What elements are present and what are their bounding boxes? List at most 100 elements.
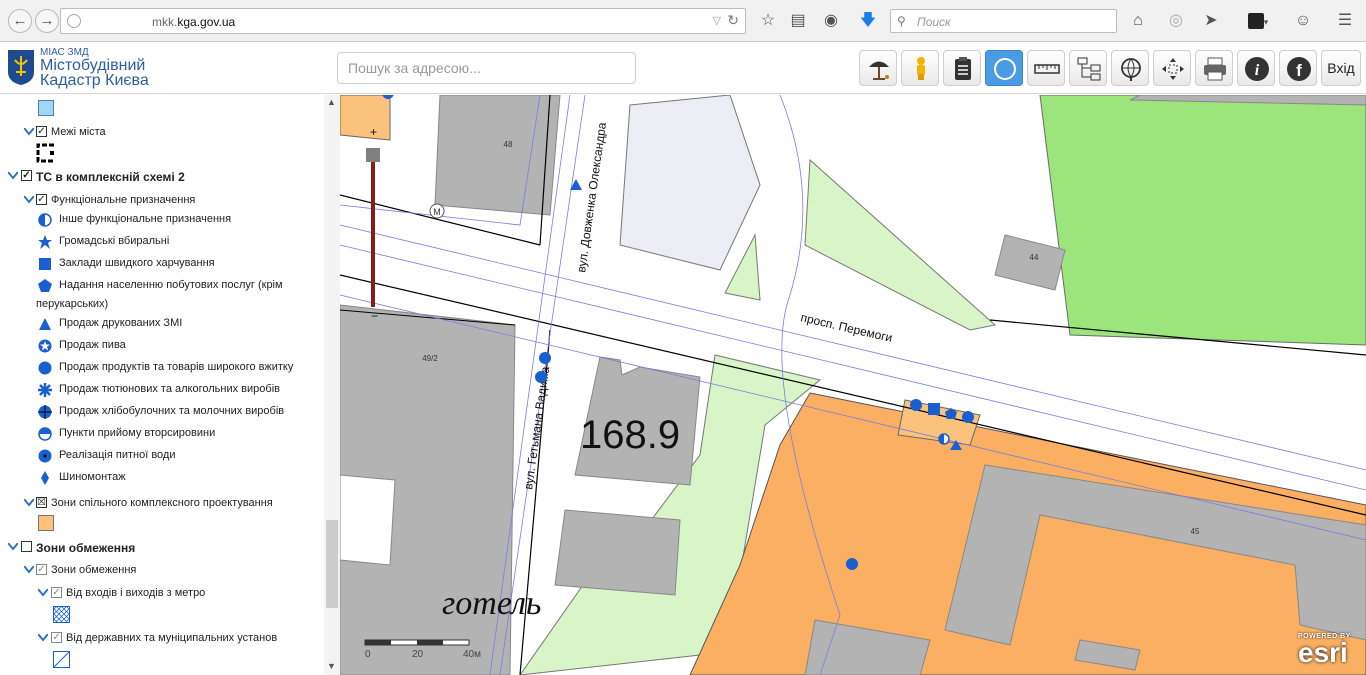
scroll-up-icon[interactable]: ▲ xyxy=(327,97,336,107)
layer-label: Межі міста xyxy=(51,126,106,138)
poi-marker[interactable] xyxy=(928,403,940,415)
map-view[interactable]: + − M 48 44 49/2 45 вул. Довженка Олекса… xyxy=(340,95,1366,675)
layer-checkbox[interactable] xyxy=(21,541,32,552)
layer-checkbox[interactable]: ☒ xyxy=(36,497,47,508)
url-bar[interactable]: mkk.kga.gov.ua ▽ ↻ xyxy=(60,8,746,34)
facebook-icon: f xyxy=(1287,57,1311,81)
chevron-down-icon[interactable] xyxy=(8,543,18,551)
chevron-down-icon[interactable] xyxy=(24,128,34,136)
layer-row-state-institutions[interactable]: ✓ Від державних та муніципальних установ xyxy=(0,630,320,650)
chevron-down-icon[interactable] xyxy=(24,196,34,204)
menu-icon[interactable]: ☰ xyxy=(1334,10,1356,32)
report-button[interactable] xyxy=(943,50,981,86)
square-icon xyxy=(39,258,51,270)
scroll-down-icon[interactable]: ▼ xyxy=(327,661,336,671)
crosshair-circle-icon xyxy=(38,405,52,419)
diamond-icon xyxy=(41,471,49,485)
scrollbar-thumb[interactable] xyxy=(326,520,338,608)
scale-label: 20 xyxy=(412,649,424,660)
expand-arrows-icon xyxy=(1162,58,1184,80)
poi-marker[interactable] xyxy=(846,558,858,570)
pocket-icon[interactable]: ◉ xyxy=(820,10,842,32)
layer-row-restriction-sub[interactable]: ✓ Зони обмеження xyxy=(0,562,320,582)
triangle-icon xyxy=(39,318,51,330)
layer-checkbox[interactable]: ✓ xyxy=(36,126,47,137)
reload-icon[interactable]: ↻ xyxy=(727,12,739,29)
layer-label: Від входів і виходів з метро xyxy=(66,587,206,599)
printer-icon xyxy=(1204,57,1226,81)
full-extent-button[interactable] xyxy=(1153,50,1191,86)
chevron-down-icon[interactable] xyxy=(38,589,48,597)
info-button[interactable]: i xyxy=(1237,50,1275,86)
smiley-icon[interactable]: ☺ xyxy=(1292,10,1314,32)
poi-marker[interactable] xyxy=(539,352,551,364)
zoom-out-button[interactable]: − xyxy=(371,309,378,323)
layer-checkbox[interactable]: ✓ xyxy=(51,632,62,643)
geolocation-button[interactable] xyxy=(1111,50,1149,86)
star-icon xyxy=(38,235,52,249)
beach-tool-button[interactable] xyxy=(859,50,897,86)
pentagon-icon xyxy=(38,279,52,292)
url-text: mkk.kga.gov.ua xyxy=(152,15,236,29)
asterisk-icon xyxy=(38,383,52,397)
building-label: 48 xyxy=(504,140,513,149)
layer-row-metro-exits[interactable]: ✓ Від входів і виходів з метро xyxy=(0,585,320,605)
zoom-handle[interactable] xyxy=(366,148,380,162)
layer-checkbox[interactable]: ✓ xyxy=(36,194,47,205)
navigation-tool-button[interactable] xyxy=(985,50,1023,86)
layer-checkbox[interactable]: ✓ xyxy=(36,564,47,575)
print-button[interactable] xyxy=(1195,50,1233,86)
layer-group-label: ТС в комплексній схемі 2 xyxy=(36,170,185,184)
layer-group-ts[interactable]: ✓ ТС в комплексній схемі 2 xyxy=(0,168,320,188)
layer-row-joint-zones[interactable]: ☒ Зони спільного комплексного проектуван… xyxy=(0,495,320,515)
street-view-button[interactable] xyxy=(901,50,939,86)
structure-button[interactable] xyxy=(1069,50,1107,86)
home-icon[interactable]: ⌂ xyxy=(1127,10,1149,32)
facebook-button[interactable]: f xyxy=(1279,50,1317,86)
layer-checkbox[interactable]: ✓ xyxy=(21,170,32,181)
layer-label: Від державних та муніципальних установ xyxy=(66,632,278,644)
diagonal-swatch xyxy=(53,651,70,668)
chevron-down-icon[interactable] xyxy=(24,499,34,507)
orange-zone-small xyxy=(340,95,391,141)
layer-checkbox[interactable]: ✓ xyxy=(51,587,62,598)
clipboard-icon xyxy=(955,57,971,80)
download-icon[interactable]: 🡇 xyxy=(857,10,879,32)
dropdown-icon[interactable]: ▽ xyxy=(713,14,721,27)
sync-icon[interactable]: ◎ xyxy=(1165,10,1187,32)
pegman-icon xyxy=(917,57,925,80)
poi-marker[interactable] xyxy=(535,371,547,383)
app-header: МІАС ЗМД Містобудівний Кадастр Києва i f… xyxy=(0,42,1366,94)
chevron-down-icon[interactable] xyxy=(38,634,48,642)
info-icon: i xyxy=(1245,57,1269,81)
zoom-slider-track[interactable] xyxy=(371,162,375,307)
layer-label: Зони обмеження xyxy=(51,564,137,576)
layer-row-functional[interactable]: ✓ Функціональне призначення xyxy=(0,192,320,212)
browser-toolbar: ← → mkk.kga.gov.ua ▽ ↻ ☆ ▤ ◉ 🡇 ⚲ Поиск ⌂… xyxy=(0,0,1366,42)
bookmark-star-icon[interactable]: ☆ xyxy=(757,10,779,32)
poi-marker[interactable] xyxy=(962,411,974,423)
dotted-circle-icon xyxy=(38,449,52,463)
layer-row-city-limits[interactable]: ✓ Межі міста xyxy=(0,124,320,144)
address-search-input[interactable] xyxy=(337,52,636,84)
extension-icon[interactable]: ▾ xyxy=(1245,10,1271,32)
chevron-down-icon[interactable] xyxy=(8,172,18,180)
building-south xyxy=(554,509,681,596)
building-48 xyxy=(434,95,561,216)
layer-group-restrictions[interactable]: Зони обмеження xyxy=(0,539,320,559)
back-button[interactable]: ← xyxy=(8,9,32,33)
poi-marker[interactable] xyxy=(910,399,922,411)
split-circle-icon xyxy=(38,427,52,441)
zoom-in-button[interactable]: + xyxy=(370,125,377,139)
reading-list-icon[interactable]: ▤ xyxy=(787,10,809,32)
send-icon[interactable]: ➤ xyxy=(1200,10,1222,32)
measure-button[interactable] xyxy=(1027,50,1065,86)
crosshatch-swatch xyxy=(53,606,70,623)
search-placeholder: Поиск xyxy=(917,15,951,29)
building-label: 49/2 xyxy=(422,354,438,363)
login-button[interactable]: Вхід xyxy=(1321,50,1361,86)
browser-search-input[interactable]: ⚲ Поиск xyxy=(890,9,1117,33)
forward-button[interactable]: → xyxy=(35,9,59,33)
globe-icon xyxy=(67,14,81,28)
chevron-down-icon[interactable] xyxy=(24,566,34,574)
